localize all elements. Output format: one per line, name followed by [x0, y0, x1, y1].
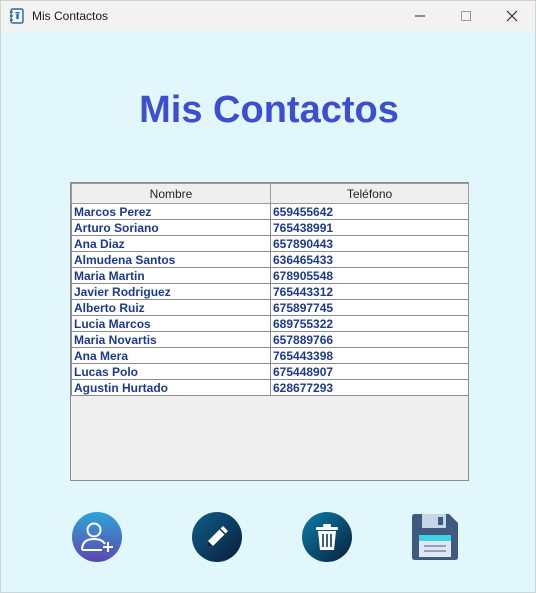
table-row[interactable]: Almudena Santos 636465433 — [71, 251, 469, 268]
maximize-button[interactable] — [443, 1, 489, 31]
table-row[interactable]: Maria Martin 678905548 — [71, 267, 469, 284]
pencil-icon — [192, 512, 242, 562]
cell-nombre[interactable]: Marcos Perez — [71, 203, 271, 220]
cell-telefono[interactable]: 657889766 — [270, 331, 469, 348]
floppy-disk-icon — [412, 514, 458, 560]
add-contact-button[interactable] — [71, 511, 123, 563]
edit-contact-button[interactable] — [191, 511, 243, 563]
cell-telefono[interactable]: 628677293 — [270, 379, 469, 396]
table-row[interactable]: Lucas Polo 675448907 — [71, 363, 469, 380]
table-row[interactable]: Ana Diaz 657890443 — [71, 235, 469, 252]
table-row[interactable]: Lucia Marcos 689755322 — [71, 315, 469, 332]
cell-telefono[interactable]: 636465433 — [270, 251, 469, 268]
table-row[interactable]: Ana Mera 765443398 — [71, 347, 469, 364]
cell-nombre[interactable]: Ana Mera — [71, 347, 271, 364]
contacts-table: Nombre Teléfono Marcos Perez 659455642 Art… — [71, 183, 469, 396]
trash-icon — [302, 512, 352, 562]
title-bar[interactable]: Mis Contactos — [1, 1, 535, 31]
minimize-icon — [415, 15, 425, 17]
save-button[interactable] — [409, 511, 461, 563]
column-header-telefono[interactable]: Teléfono — [270, 183, 469, 204]
column-header-nombre[interactable]: Nombre — [71, 183, 271, 204]
contacts-app-icon — [10, 8, 24, 24]
cell-nombre[interactable]: Arturo Soriano — [71, 219, 271, 236]
table-header-row: Nombre Teléfono — [71, 183, 469, 204]
cell-nombre[interactable]: Almudena Santos — [71, 251, 271, 268]
table-row[interactable]: Alberto Ruiz 675897745 — [71, 299, 469, 316]
cell-nombre[interactable]: Lucas Polo — [71, 363, 271, 380]
table-row[interactable]: Arturo Soriano 765438991 — [71, 219, 469, 236]
minimize-button[interactable] — [397, 1, 443, 31]
cell-telefono[interactable]: 765438991 — [270, 219, 469, 236]
cell-nombre[interactable]: Alberto Ruiz — [71, 299, 271, 316]
app-window: Mis Contactos Mis Contactos Nombre Teléf… — [0, 0, 536, 593]
cell-telefono[interactable]: 659455642 — [270, 203, 469, 220]
window-title: Mis Contactos — [32, 9, 109, 23]
cell-telefono[interactable]: 675897745 — [270, 299, 469, 316]
table-row[interactable]: Maria Novartis 657889766 — [71, 331, 469, 348]
cell-nombre[interactable]: Lucia Marcos — [71, 315, 271, 332]
cell-telefono[interactable]: 657890443 — [270, 235, 469, 252]
cell-telefono[interactable]: 675448907 — [270, 363, 469, 380]
table-row[interactable]: Marcos Perez 659455642 — [71, 203, 469, 220]
cell-telefono[interactable]: 765443312 — [270, 283, 469, 300]
cell-nombre[interactable]: Maria Martin — [71, 267, 271, 284]
table-row[interactable]: Javier Rodriguez 765443312 — [71, 283, 469, 300]
cell-telefono[interactable]: 689755322 — [270, 315, 469, 332]
close-icon — [506, 10, 518, 22]
cell-nombre[interactable]: Agustin Hurtado — [71, 379, 271, 396]
cell-nombre[interactable]: Javier Rodriguez — [71, 283, 271, 300]
page-title: Mis Contactos — [139, 89, 399, 131]
maximize-icon — [461, 11, 471, 21]
close-button[interactable] — [489, 1, 535, 31]
cell-telefono[interactable]: 678905548 — [270, 267, 469, 284]
delete-contact-button[interactable] — [301, 511, 353, 563]
add-user-icon — [72, 512, 122, 562]
contacts-table-container[interactable]: Nombre Teléfono Marcos Perez 659455642 Art… — [70, 182, 469, 481]
cell-nombre[interactable]: Ana Diaz — [71, 235, 271, 252]
table-row[interactable]: Agustin Hurtado 628677293 — [71, 379, 469, 396]
cell-telefono[interactable]: 765443398 — [270, 347, 469, 364]
cell-nombre[interactable]: Maria Novartis — [71, 331, 271, 348]
